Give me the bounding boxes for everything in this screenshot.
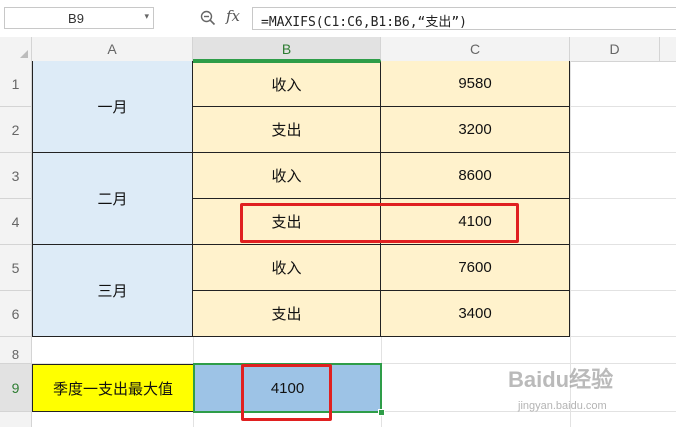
formula-text: =MAXIFS(C1:C6,B1:B6,“支出”) — [261, 15, 468, 30]
cell-b2[interactable]: 支出 — [193, 107, 381, 153]
row-header-1[interactable]: 1 — [0, 61, 31, 107]
zoom-icon[interactable] — [200, 10, 216, 26]
fx-icon[interactable]: fx — [226, 7, 240, 25]
row-header-5[interactable]: 5 — [0, 245, 31, 291]
cell-c5[interactable]: 7600 — [381, 245, 570, 291]
baidu-watermark: Baidu经验 jingyan.baidu.com — [508, 362, 668, 422]
row-header-3[interactable]: 3 — [0, 153, 31, 199]
watermark-url: jingyan.baidu.com — [518, 400, 607, 412]
cell-c2[interactable]: 3200 — [381, 107, 570, 153]
cell-b3[interactable]: 收入 — [193, 153, 381, 199]
cell-a1-month[interactable]: 一月 — [32, 61, 193, 153]
column-header-a[interactable]: A — [32, 37, 193, 61]
column-header-d[interactable]: D — [570, 37, 660, 61]
chevron-down-icon[interactable]: ▾ — [144, 11, 149, 22]
formula-bar: B9 ▾ fx =MAXIFS(C1:C6,B1:B6,“支出”) — [0, 0, 676, 38]
cell-a5-month[interactable]: 三月 — [32, 245, 193, 337]
cell-a9-label[interactable]: 季度一支出最大值 — [32, 364, 194, 412]
cell-c6[interactable]: 3400 — [381, 291, 570, 337]
cell-b6[interactable]: 支出 — [193, 291, 381, 337]
watermark-logo: Baidu经验 — [508, 367, 614, 392]
formula-input[interactable]: =MAXIFS(C1:C6,B1:B6,“支出”) — [252, 7, 676, 30]
name-box[interactable]: B9 ▾ — [4, 7, 154, 29]
cell-b5[interactable]: 收入 — [193, 245, 381, 291]
cell-c3[interactable]: 8600 — [381, 153, 570, 199]
cell-c1[interactable]: 9580 — [381, 61, 570, 107]
row-header-8[interactable]: 8 — [0, 337, 31, 364]
column-header-c[interactable]: C — [381, 37, 570, 61]
name-box-value: B9 — [68, 11, 84, 26]
cell-b1[interactable]: 收入 — [193, 61, 381, 107]
row-header-bar: 1 2 3 4 5 6 8 9 — [0, 61, 32, 427]
highlight-result-box — [241, 364, 332, 421]
row-header-9[interactable]: 9 — [0, 364, 31, 412]
column-header-b[interactable]: B — [193, 37, 381, 61]
highlight-row4-box — [240, 203, 519, 243]
row-header-2[interactable]: 2 — [0, 107, 31, 153]
cell-a3-month[interactable]: 二月 — [32, 153, 193, 245]
column-header-bar: A B C D — [0, 37, 676, 62]
row-header-4[interactable]: 4 — [0, 199, 31, 245]
fill-handle[interactable] — [378, 409, 385, 416]
select-all-corner[interactable] — [0, 37, 32, 61]
row-header-6[interactable]: 6 — [0, 291, 31, 337]
